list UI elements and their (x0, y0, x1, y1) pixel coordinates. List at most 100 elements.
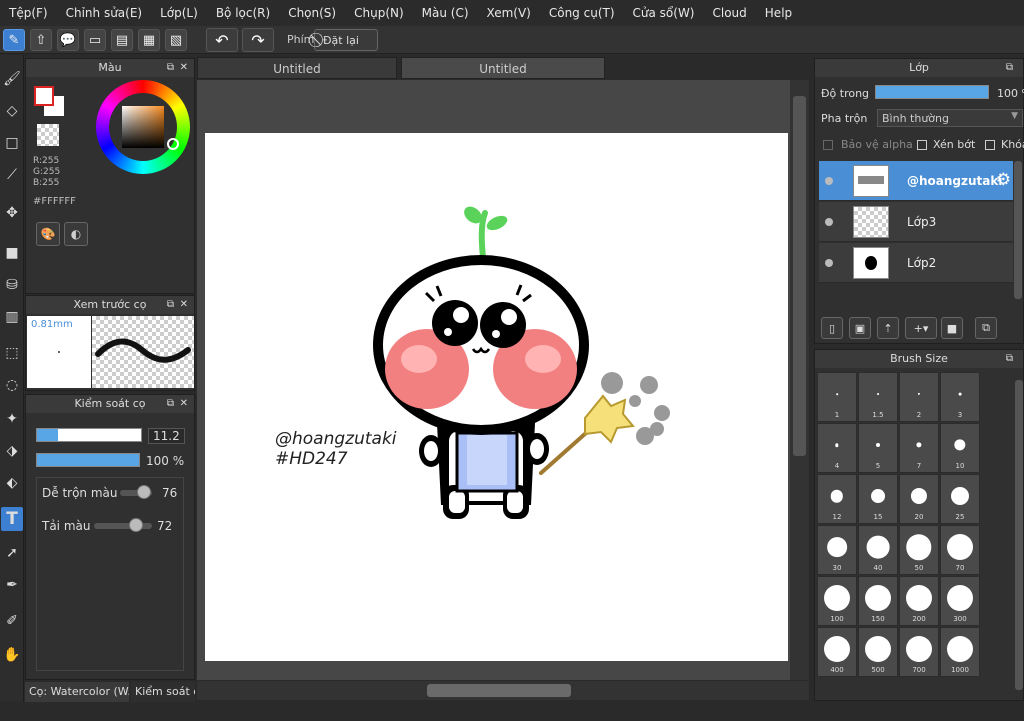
menu-item[interactable]: Xem(V) (478, 6, 540, 20)
load-track[interactable] (94, 523, 152, 529)
brush-size-cell[interactable]: 50 (899, 525, 939, 575)
text-tool-icon[interactable]: T (1, 507, 23, 531)
hand-tool-icon[interactable]: ✋ (1, 643, 23, 667)
reset-button[interactable]: ⃠ Đặt lại (314, 29, 378, 51)
rect-fill-tool-icon[interactable]: ■ (1, 241, 23, 265)
add-layer-menu-icon[interactable]: +▾ (905, 317, 937, 339)
transparent-swatch[interactable] (37, 124, 59, 146)
brush-size-cell[interactable]: 200 (899, 576, 939, 626)
brush-size-cell[interactable]: 700 (899, 627, 939, 677)
close-icon[interactable]: ✕ (180, 395, 188, 413)
redo-button[interactable]: ↷ (242, 28, 274, 52)
menu-item[interactable]: Lớp(L) (151, 6, 207, 20)
control-tab[interactable]: Kiểm soát c (131, 682, 195, 702)
magic-wand-icon[interactable]: ✦ (1, 407, 23, 431)
brush-size-cell[interactable]: 400 (817, 627, 857, 677)
dropper-icon[interactable]: ✐ (1, 609, 23, 633)
duplicate-layer-icon[interactable]: ⧉ (975, 317, 997, 339)
document-icon[interactable]: ▤ (111, 29, 133, 51)
menu-item[interactable]: Help (756, 6, 801, 20)
blend-mode-select[interactable]: Bình thường ▼ (877, 109, 1023, 127)
menu-item[interactable]: Chụp(N) (345, 6, 413, 20)
vertical-scrollbar[interactable] (790, 80, 809, 680)
layer-scrollbar[interactable] (1014, 161, 1022, 299)
close-icon[interactable]: ✕ (180, 59, 188, 77)
brush-size-cell[interactable]: 25 (940, 474, 980, 524)
brush-size-cell[interactable]: 12 (817, 474, 857, 524)
new-layer-folder-icon[interactable]: ▣ (849, 317, 871, 339)
visibility-icon[interactable] (825, 218, 833, 226)
menu-item[interactable]: Chỉnh sửa(E) (57, 6, 152, 20)
eraser-tool-icon[interactable]: ◇ (1, 99, 23, 123)
size-slider[interactable] (36, 428, 142, 442)
menu-item[interactable]: Màu (C) (413, 6, 478, 20)
brush-tab[interactable]: Cọ: Watercolor (W... (25, 682, 129, 702)
detach-icon[interactable]: ⧉ (167, 296, 174, 314)
size-value[interactable]: 11.2 (148, 428, 185, 444)
layer-opacity-slider[interactable] (875, 85, 989, 99)
load-knob[interactable] (128, 518, 143, 532)
brush-size-cell[interactable]: 70 (940, 525, 980, 575)
brush-size-cell[interactable]: 300 (940, 576, 980, 626)
document-tab-2[interactable]: Untitled (401, 57, 605, 79)
detach-icon[interactable]: ⧉ (167, 59, 174, 77)
detach-icon[interactable]: ⧉ (167, 395, 174, 413)
move-tool-icon[interactable]: ✥ (1, 201, 23, 225)
undo-button[interactable]: ↶ (206, 28, 238, 52)
brush-size-cell[interactable]: 1.5 (858, 372, 898, 422)
menu-item[interactable]: Cloud (704, 6, 756, 20)
brush-size-cell[interactable]: 3 (940, 372, 980, 422)
operation-tool-icon[interactable]: ➚ (1, 541, 23, 565)
opacity-slider[interactable] (36, 453, 140, 467)
folder-icon[interactable]: ■ (941, 317, 963, 339)
menu-item[interactable]: Cửa sổ(W) (624, 6, 704, 20)
panel-icon[interactable]: ▦ (138, 29, 160, 51)
bucket-tool-icon[interactable]: ⛁ (1, 273, 23, 297)
brush-size-cell[interactable]: 30 (817, 525, 857, 575)
comment-icon[interactable]: 💬 (57, 29, 79, 51)
lock-checkbox[interactable] (985, 140, 995, 150)
clip-checkbox[interactable] (917, 140, 927, 150)
visibility-icon[interactable] (825, 259, 833, 267)
new-layer-icon[interactable]: ▯ (821, 317, 843, 339)
brush-scrollbar[interactable] (1015, 380, 1023, 690)
detach-icon[interactable]: ⧉ (1006, 59, 1013, 77)
brush-size-cell[interactable]: 10 (940, 423, 980, 473)
palette-icon[interactable]: 🎨 (36, 222, 60, 246)
canvas[interactable]: @hoangzutaki #HD247 (205, 133, 788, 661)
message-icon[interactable]: ▭ (84, 29, 106, 51)
brush-size-cell[interactable]: 20 (899, 474, 939, 524)
saturation-square[interactable] (122, 106, 164, 148)
gear-icon[interactable]: ⚙ (996, 170, 1011, 190)
protect-alpha-checkbox[interactable] (823, 140, 833, 150)
horizontal-scrollbar[interactable] (197, 681, 809, 700)
hue-marker[interactable] (167, 138, 179, 150)
menu-item[interactable]: Chọn(S) (279, 6, 345, 20)
color-wheel[interactable] (96, 80, 190, 174)
select-eraser-icon[interactable]: ⬖ (1, 471, 23, 495)
brush-tool-icon[interactable]: 🖌 (1, 67, 23, 91)
brush-size-cell[interactable]: 40 (858, 525, 898, 575)
layer-row[interactable]: Lớp2 (819, 243, 1013, 283)
horizontal-scroll-thumb[interactable] (427, 684, 571, 697)
brush-size-cell[interactable]: 5 (858, 423, 898, 473)
lasso-select-icon[interactable]: ◌ (1, 373, 23, 397)
menu-item[interactable]: Tệp(F) (0, 6, 57, 20)
eyedropper-icon[interactable]: ✒ (1, 573, 23, 597)
brush-size-cell[interactable]: 4 (817, 423, 857, 473)
foreground-color-swatch[interactable] (34, 86, 54, 106)
share-icon[interactable]: ⇧ (30, 29, 52, 51)
brush-size-cell[interactable]: 15 (858, 474, 898, 524)
menu-item[interactable]: Bộ lọc(R) (207, 6, 279, 20)
layer-up-icon[interactable]: ⇡ (877, 317, 899, 339)
color-set-icon[interactable]: ◐ (64, 222, 88, 246)
visibility-icon[interactable] (825, 177, 833, 185)
line-tool-icon[interactable]: ⟋ (1, 163, 23, 187)
menu-item[interactable]: Công cụ(T) (540, 6, 624, 20)
document-tab-1[interactable]: Untitled (197, 57, 397, 79)
vertical-scroll-thumb[interactable] (793, 96, 806, 456)
brush-size-cell[interactable]: 2 (899, 372, 939, 422)
close-icon[interactable]: ✕ (180, 296, 188, 314)
layer-row[interactable]: Lớp3 (819, 202, 1013, 242)
gradient-tool-icon[interactable]: ▥ (1, 305, 23, 329)
